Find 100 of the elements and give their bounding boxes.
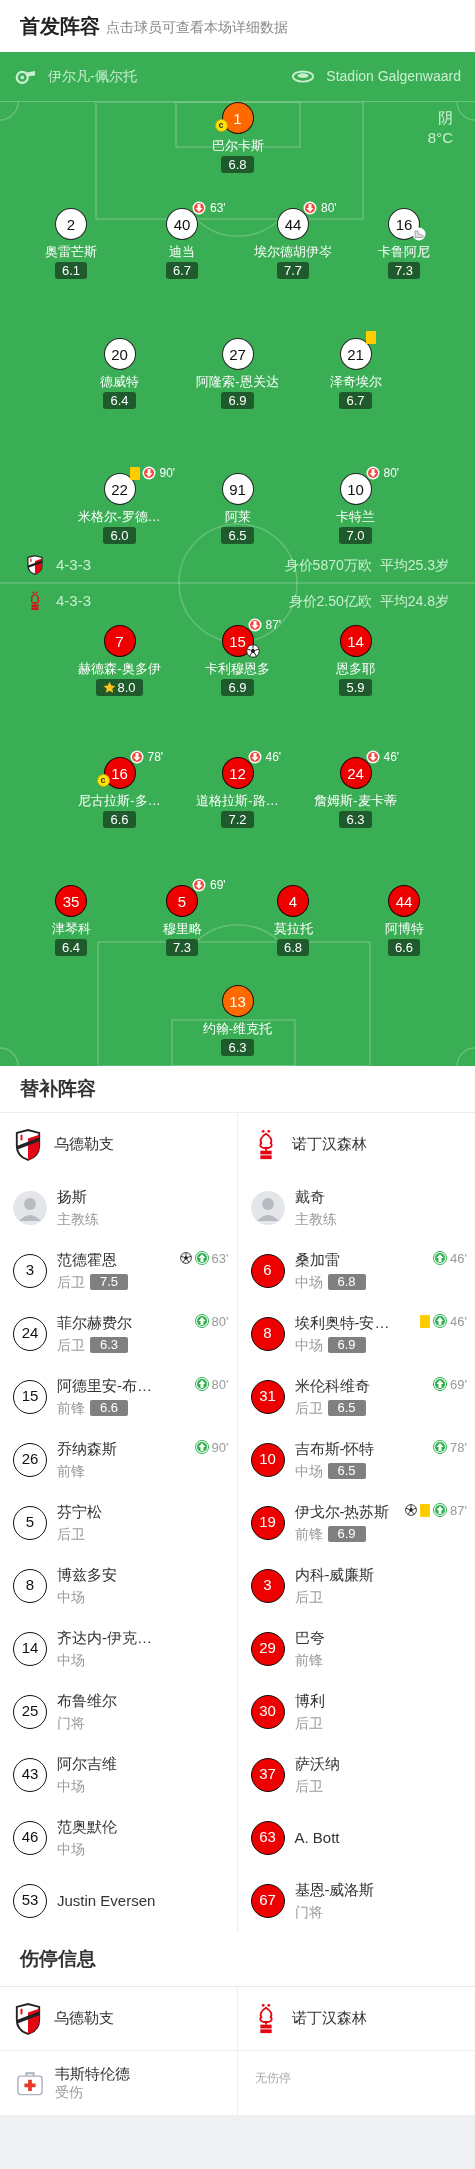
player-shirt-number: 12 (221, 757, 254, 789)
player-name: 吉布斯-怀特 (294, 1438, 375, 1459)
player-rating: 5.9 (339, 679, 372, 696)
player-position: 后卫 (294, 1713, 323, 1733)
coach-name: 扬斯 (57, 1186, 88, 1207)
substitution-off-icon (192, 878, 206, 892)
average-age-text: 平均25.3岁 (379, 555, 449, 575)
player-position: 前锋 (294, 1524, 323, 1544)
player-shirt-number: 30 (250, 1694, 285, 1729)
player-rating: 6.6 (103, 811, 136, 828)
club-crest-icon (26, 555, 44, 575)
player-shirt-number: 29 (250, 1631, 285, 1666)
player-position: 后卫 (57, 1335, 85, 1355)
substitution-off-icon (141, 466, 156, 480)
player-shirt-number: 14 (339, 625, 372, 657)
player-name: 德威特 (100, 373, 139, 391)
player-name: 内科-威廉斯 (294, 1564, 375, 1585)
player-name: 约翰-维克托 (202, 1020, 273, 1038)
player-name: 阿隆索-恩关达 (196, 373, 279, 391)
player-shirt-number: 24 (339, 757, 372, 789)
player-name: 乔纳森斯 (57, 1438, 117, 1459)
player-position: 中场 (294, 1272, 323, 1292)
player-shirt-number: 19 (250, 1505, 285, 1540)
substitution-minute: 46' (450, 1314, 467, 1328)
player-shirt-number: 91 (221, 473, 254, 505)
player-name: 穆里略 (162, 920, 202, 938)
player-rating: 7.7 (276, 262, 310, 279)
player-name: 埃利奥特-安… (294, 1312, 390, 1333)
substitution-minute: 63' (211, 1251, 229, 1265)
player-shirt-number: 3 (13, 1253, 47, 1288)
player-name: A. Bott (294, 1827, 340, 1848)
substitution-minute: 80' (211, 1314, 229, 1328)
player-name: 布鲁维尔 (57, 1690, 117, 1711)
player-shirt-number: 16 (388, 208, 420, 240)
substitution-on-icon (433, 1251, 448, 1265)
player-name: 迪当 (169, 243, 195, 261)
player-position: 中场 (294, 1461, 323, 1481)
football-icon (179, 1252, 192, 1264)
player-name: 尼古拉斯-多… (78, 792, 161, 810)
player-rating: 6.0 (103, 527, 136, 544)
player-name: 赫德森-奥多伊 (78, 660, 161, 678)
player-shirt-number: 13 (221, 985, 254, 1017)
substitution-minute: 90' (159, 467, 176, 479)
player-shirt-number: 4 (277, 885, 309, 917)
player-name: 埃尔德胡伊岑 (254, 243, 332, 261)
club-crest-icon (14, 2002, 42, 2035)
substitution-minute: 78' (450, 1440, 467, 1454)
player-shirt-number: 26 (13, 1442, 47, 1477)
substitution-off-icon (303, 201, 317, 215)
substitution-off-icon (247, 618, 262, 632)
player-shirt-number: 15 (13, 1379, 47, 1414)
person-silhouette-icon (250, 1190, 285, 1225)
player-name: 博兹多安 (57, 1564, 117, 1585)
player-name: 齐达内-伊克… (57, 1627, 152, 1648)
player-name: 阿尔吉维 (57, 1753, 117, 1774)
player-rating: 7.3 (387, 262, 421, 279)
first-aid-kit-icon (17, 2070, 43, 2096)
formation-text: 4-3-3 (56, 590, 92, 611)
player-name: 韦斯特伦德 (55, 2064, 130, 2083)
player-rating: 6.8 (221, 156, 254, 173)
player-name: 卡特兰 (336, 508, 375, 526)
player-shirt-number: 5 (166, 885, 198, 917)
substitution-minute: 63' (210, 202, 226, 214)
substitution-off-icon (192, 201, 206, 215)
section-title: 伤停信息 (20, 1946, 96, 1971)
player-position: 后卫 (57, 1524, 85, 1544)
average-age-text: 平均24.8岁 (379, 591, 449, 611)
player-rating: 6.9 (221, 679, 254, 696)
player-shirt-number: 22 (103, 473, 136, 505)
player-name: 巴夸 (294, 1627, 325, 1648)
player-shirt-number: 24 (13, 1316, 47, 1351)
player-position: 中场 (294, 1335, 323, 1355)
team-name: 诺丁汉森林 (291, 1134, 367, 1155)
player-rating: 6.6 (90, 1399, 129, 1416)
stadium-icon (292, 70, 315, 83)
player-rating: 6.7 (165, 262, 199, 279)
player-name: 津琴科 (51, 920, 91, 938)
player-shirt-number: 25 (13, 1694, 47, 1729)
player-name: 莫拉托 (273, 920, 313, 938)
substitution-on-icon (433, 1377, 448, 1391)
team-name: 乌德勒支 (54, 1134, 114, 1155)
player-name: 菲尔赫费尔 (57, 1312, 132, 1333)
player-rating: 6.1 (54, 262, 88, 279)
captain-badge: c (96, 774, 110, 787)
player-name: 奥雷芒斯 (45, 243, 97, 261)
player-rating: 7.0 (339, 527, 372, 544)
player-rating: 6.9 (327, 1525, 366, 1542)
player-rating: 7.3 (165, 939, 199, 956)
player-name: 道格拉斯-路… (196, 792, 279, 810)
player-rating: 6.4 (103, 392, 136, 409)
team-name: 乌德勒支 (54, 2008, 114, 2029)
substitution-on-icon (433, 1314, 448, 1328)
player-name: 泽奇埃尔 (329, 373, 382, 391)
player-shirt-number: 5 (13, 1505, 47, 1540)
player-position: 门将 (57, 1713, 85, 1733)
player-shirt-number: 8 (13, 1568, 47, 1603)
player-position: 门将 (294, 1902, 323, 1922)
player-shirt-number: 10 (250, 1442, 285, 1477)
team-name: 诺丁汉森林 (291, 2008, 367, 2029)
football-icon (405, 1504, 418, 1516)
